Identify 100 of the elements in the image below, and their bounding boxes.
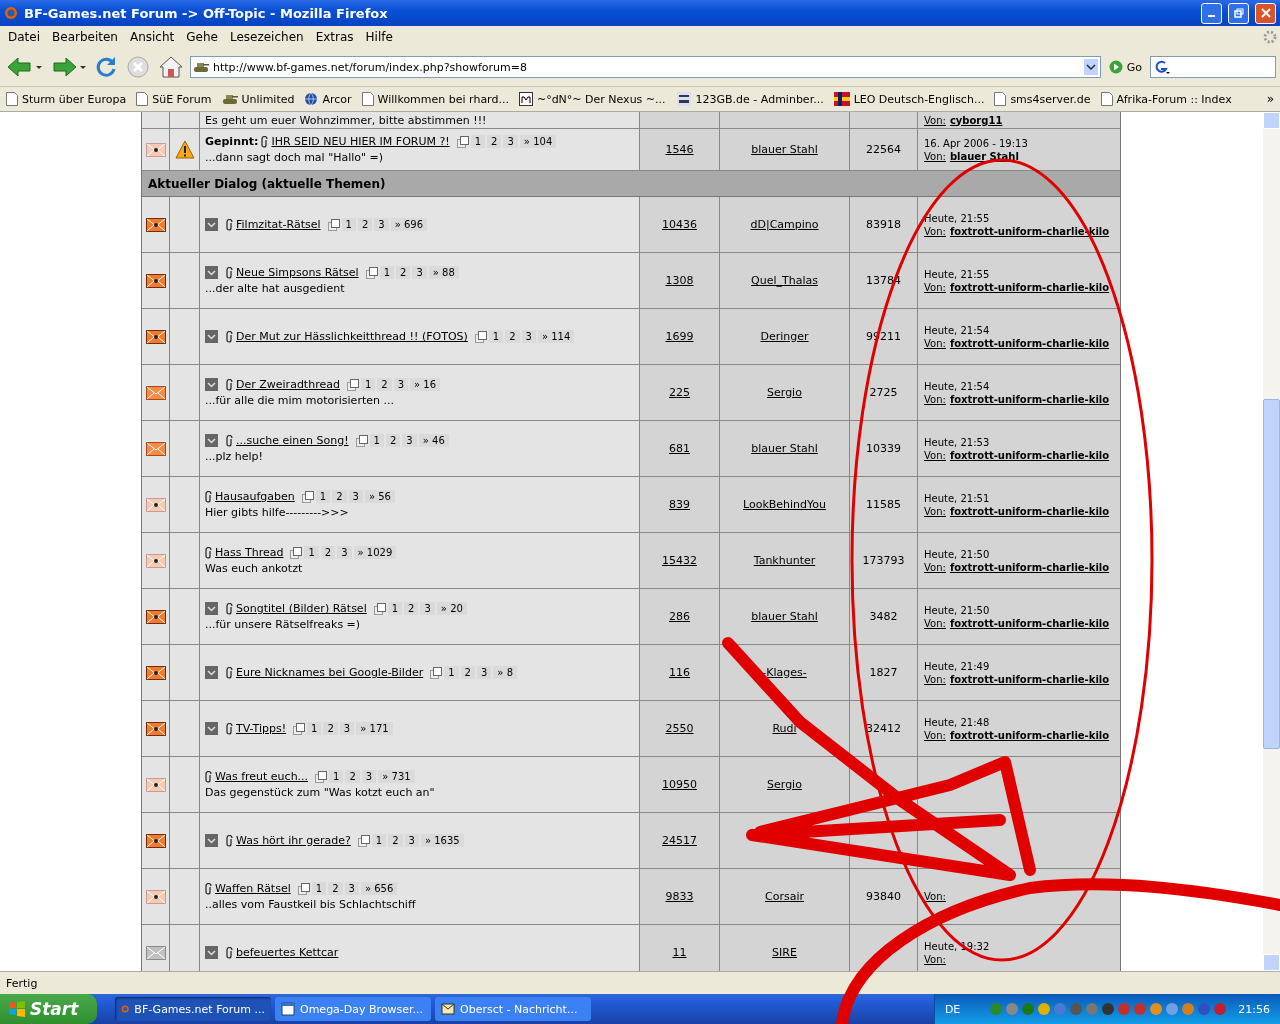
page-link[interactable]: 3	[476, 666, 492, 679]
topic-link[interactable]: Der Zweiradthread	[236, 378, 340, 391]
topic-link[interactable]: befeuertes Kettcar	[236, 946, 339, 959]
replies-link[interactable]: 225	[669, 386, 690, 399]
author-link[interactable]: blauer Stahl	[751, 143, 818, 156]
bookmark-link[interactable]: Willkommen bei rhard...	[361, 92, 509, 106]
bookmark-link[interactable]: LEO Deutsch-Englisch...	[833, 92, 985, 106]
replies-link[interactable]: 681	[669, 442, 690, 455]
page-link[interactable]: 1	[329, 770, 344, 783]
menu-item[interactable]: Gehe	[180, 30, 224, 44]
by-label[interactable]: Von:	[924, 891, 946, 902]
last-poster-link[interactable]: foxtrott-uniform-charlie-kilo	[949, 393, 1110, 405]
menu-item[interactable]: Lesezeichen	[223, 30, 310, 44]
page-link[interactable]: 3	[344, 882, 359, 895]
page-link[interactable]: 1	[371, 834, 387, 847]
last-page-link[interactable]: » 20	[436, 602, 467, 615]
last-poster-link[interactable]: foxtrott-uniform-charlie-kilo	[949, 561, 1110, 573]
page-link[interactable]: 3	[402, 434, 417, 447]
replies-link[interactable]: 1308	[665, 274, 694, 287]
last-poster-link[interactable]: cyborg11	[949, 114, 1003, 126]
by-label[interactable]: Von:	[924, 150, 946, 162]
by-label[interactable]: Von:	[924, 505, 946, 517]
author-link[interactable]: -Klages-	[762, 666, 807, 679]
topic-link[interactable]: Hass Thread	[215, 546, 284, 559]
replies-link[interactable]: 15432	[662, 554, 697, 567]
scrollbar[interactable]	[1263, 112, 1280, 971]
topic-link[interactable]: TV-Tipps!	[236, 722, 287, 735]
start-button[interactable]: Start	[0, 994, 97, 1024]
topic-link[interactable]: Eure Nicknames bei Google-Bilder	[236, 666, 424, 679]
taskbar-button[interactable]: Omega-Day Browser...	[275, 997, 431, 1021]
page-link[interactable]: 3	[361, 770, 377, 783]
page-link[interactable]: 3	[393, 378, 409, 391]
page-link[interactable]: 3	[337, 546, 352, 559]
last-page-link[interactable]: » 656	[360, 882, 398, 895]
bookmark-link[interactable]: ~°dN°~ Der Nexus ~...	[518, 92, 666, 106]
last-page-link[interactable]: » 8	[493, 666, 517, 679]
stop-button[interactable]	[124, 55, 152, 79]
by-label[interactable]: Von:	[924, 337, 946, 349]
page-link[interactable]: 1	[387, 602, 403, 615]
menu-item[interactable]: Bearbeiten	[46, 30, 124, 44]
replies-link[interactable]: 10436	[662, 218, 697, 231]
page-link[interactable]: 2	[404, 602, 419, 615]
by-label[interactable]: Von:	[924, 281, 946, 293]
minimize-button[interactable]	[1201, 2, 1222, 24]
author-link[interactable]: dD|Campino	[750, 218, 819, 231]
author-link[interactable]: LookBehindYou	[743, 498, 826, 511]
bookmark-link[interactable]: Sturm über Europa	[6, 92, 127, 106]
author-link[interactable]: Deringer	[760, 330, 809, 343]
author-link[interactable]: blauer Stahl	[751, 610, 818, 623]
bookmark-link[interactable]: Arcor	[304, 92, 352, 106]
page-link[interactable]: 1	[307, 722, 322, 735]
page-link[interactable]: 3	[412, 266, 427, 279]
last-poster-link[interactable]: foxtrott-uniform-charlie-kilo	[949, 449, 1110, 461]
page-link[interactable]: 3	[348, 490, 363, 503]
page-link[interactable]: 3	[420, 602, 435, 615]
topic-link[interactable]: Hausaufgaben	[215, 490, 295, 503]
topic-link[interactable]: IHR SEID NEU HIER IM FORUM ?!	[271, 135, 450, 148]
bookmark-link[interactable]: Afrika-Forum :: Index	[1100, 92, 1232, 106]
tray-icons-drawing[interactable]	[988, 1001, 1229, 1017]
last-page-link[interactable]: » 171	[356, 722, 393, 735]
last-page-link[interactable]: » 1029	[353, 546, 397, 559]
by-label[interactable]: Von:	[924, 673, 946, 685]
replies-link[interactable]: 1699	[665, 330, 694, 343]
taskbar-button[interactable]: BF-Games.net Forum ...	[115, 997, 271, 1021]
replies-link[interactable]: 839	[669, 498, 690, 511]
last-poster-link[interactable]: foxtrott-uniform-charlie-kilo	[949, 505, 1110, 517]
go-button[interactable]: Go	[1104, 60, 1146, 74]
page-link[interactable]: 2	[505, 330, 520, 343]
restore-button[interactable]	[1228, 2, 1249, 24]
page-link[interactable]: 2	[320, 546, 336, 559]
last-page-link[interactable]: » 731	[378, 770, 415, 783]
page-link[interactable]: 1	[369, 434, 384, 447]
last-page-link[interactable]: » 16	[410, 378, 441, 391]
last-poster-link[interactable]: foxtrott-uniform-charlie-kilo	[949, 673, 1110, 685]
page-link[interactable]: 2	[396, 266, 411, 279]
address-field[interactable]: http://www.bf-games.net/forum/index.php?showforum=8	[190, 56, 1101, 78]
by-label[interactable]: Von:	[924, 225, 946, 237]
last-poster-link[interactable]: foxtrott-uniform-charlie-kilo	[949, 281, 1110, 293]
menu-item[interactable]: Extras	[309, 30, 360, 44]
author-link[interactable]: Rudi	[772, 722, 797, 735]
by-label[interactable]: Von:	[924, 617, 946, 629]
page-link[interactable]: 1	[304, 546, 319, 559]
last-page-link[interactable]: » 56	[364, 490, 395, 503]
language-indicator[interactable]: DE	[944, 1002, 961, 1016]
author-link[interactable]: SIRE	[772, 946, 797, 959]
more-bookmarks-button[interactable]: »	[1266, 92, 1274, 106]
menu-item[interactable]: Ansicht	[123, 30, 181, 44]
menu-item[interactable]: Datei	[2, 30, 46, 44]
last-page-link[interactable]: » 104	[519, 135, 557, 148]
replies-link[interactable]: 24517	[662, 834, 697, 847]
page-link[interactable]: 3	[503, 135, 518, 148]
by-label[interactable]: Von:	[924, 561, 946, 573]
by-label[interactable]: Von:	[924, 729, 946, 741]
author-link[interactable]: Sergio	[767, 386, 802, 399]
page-link[interactable]: 1	[470, 135, 486, 148]
page-link[interactable]: 1	[488, 330, 504, 343]
search-field[interactable]	[1150, 56, 1276, 78]
page-link[interactable]: 3	[404, 834, 419, 847]
topic-link[interactable]: Waffen Rätsel	[215, 882, 291, 895]
last-poster-link[interactable]: foxtrott-uniform-charlie-kilo	[949, 337, 1110, 349]
